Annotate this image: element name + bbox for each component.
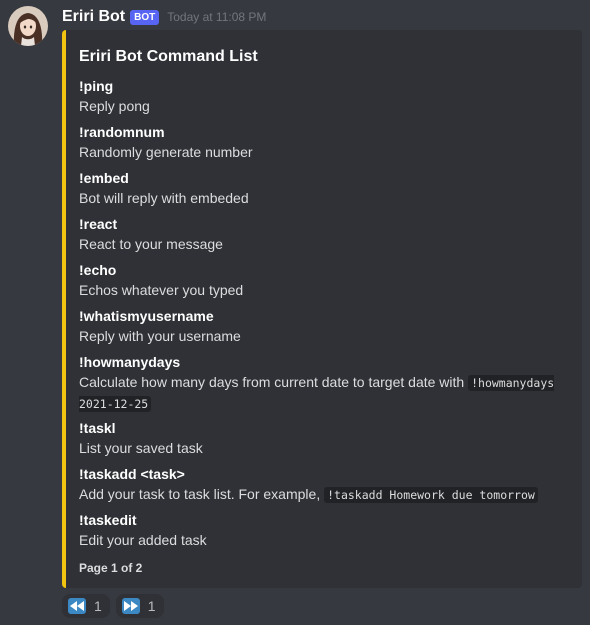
reaction-rewind[interactable]: 1 [62, 594, 110, 618]
bot-message: Eriri Bot BOT Today at 11:08 PM Eriri Bo… [0, 0, 590, 625]
embed-footer: Page 1 of 2 [79, 561, 143, 575]
embed-field-taskedit: !taskedit Edit your added task [79, 510, 568, 556]
field-name: !react [79, 216, 118, 232]
embed-field-ping: !ping Reply pong [79, 76, 568, 122]
embed-field-whatismyusername: !whatismyusername Reply with your userna… [79, 306, 568, 352]
field-value: Reply pong [79, 98, 150, 114]
embed-field-howmanydays: !howmanydays Calculate how many days fro… [79, 352, 568, 418]
field-name: !taskl [79, 420, 116, 436]
field-value: Reply with your username [79, 328, 241, 344]
embed-field-taskadd: !taskadd <task> Add your task to task li… [79, 464, 568, 510]
message-timestamp: Today at 11:08 PM [167, 10, 267, 24]
rewind-icon [68, 598, 86, 614]
field-value-text: Calculate how many days from current dat… [79, 374, 469, 390]
username[interactable]: Eriri Bot [62, 8, 125, 26]
embed-field-embed: !embed Bot will reply with embeded [79, 168, 568, 214]
field-value: Randomly generate number [79, 144, 253, 160]
field-value: Edit your added task [79, 532, 207, 548]
avatar[interactable] [8, 6, 48, 46]
embed-title: Eriri Bot Command List [79, 48, 258, 65]
reaction-fast-forward[interactable]: 1 [115, 594, 164, 618]
field-name: !whatismyusername [79, 308, 214, 324]
field-value: Bot will reply with embeded [79, 190, 249, 206]
avatar-image [8, 6, 48, 46]
field-name: !howmanydays [79, 354, 181, 370]
field-value: React to your message [79, 236, 223, 252]
fast-forward-icon [121, 598, 140, 614]
field-value: Add your task to task list. For example,… [79, 484, 568, 505]
embed-field-taskl: !taskl List your saved task [79, 418, 568, 464]
embed-field-echo: !echo Echos whatever you typed [79, 260, 568, 306]
field-name: !embed [79, 170, 129, 186]
field-name: !randomnum [79, 124, 165, 140]
command-list-embed: Eriri Bot Command List !ping Reply pong … [62, 30, 582, 588]
reaction-count: 1 [147, 598, 156, 614]
field-name: !ping [79, 78, 114, 94]
field-value: Calculate how many days from current dat… [79, 372, 568, 414]
field-name: !echo [79, 262, 117, 278]
field-value-text: Add your task to task list. For example, [79, 486, 325, 502]
reactions-bar: 1 1 [62, 594, 164, 618]
field-value: Echos whatever you typed [79, 282, 244, 298]
bot-badge: BOT [130, 9, 160, 25]
inline-code: !taskadd Homework due tomorrow [324, 487, 538, 503]
embed-field-randomnum: !randomnum Randomly generate number [79, 122, 568, 168]
field-value: List your saved task [79, 440, 203, 456]
field-name: !taskadd <task> [79, 466, 185, 482]
field-name: !taskedit [79, 512, 137, 528]
reaction-count: 1 [94, 598, 102, 614]
embed-field-react: !react React to your message [79, 214, 568, 260]
message-header: Eriri Bot BOT Today at 11:08 PM [62, 6, 266, 28]
